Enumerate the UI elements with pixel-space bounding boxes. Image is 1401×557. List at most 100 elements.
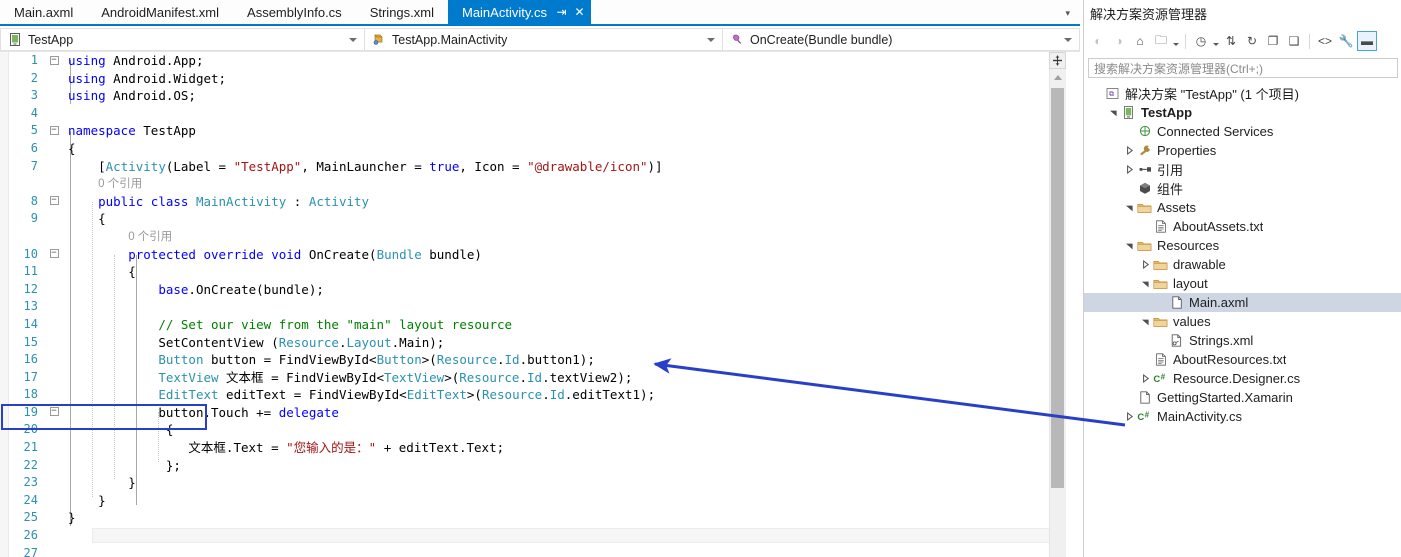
new-folder-icon[interactable]: 🗀	[1151, 31, 1171, 51]
code-line[interactable]: 18 EditText editText = FindViewById<Edit…	[0, 386, 1044, 404]
editor-tab-strip: Main.axml AndroidManifest.xml AssemblyInfo…	[0, 0, 1080, 26]
code-line[interactable]: 10− protected override void OnCreate(Bun…	[0, 246, 1044, 264]
code-line[interactable]: 12 base.OnCreate(bundle);	[0, 281, 1044, 299]
tree-item[interactable]: Main.axml	[1084, 293, 1401, 312]
home-icon[interactable]: ⌂	[1130, 31, 1150, 51]
code-line[interactable]: 2 using Android.Widget;	[0, 70, 1044, 88]
codelens-line[interactable]: 0 个引用	[0, 175, 1044, 193]
tree-item-label: Assets	[1157, 200, 1197, 215]
code-line[interactable]: 1− using Android.App;	[0, 52, 1044, 70]
code-line[interactable]: 24 }	[0, 492, 1044, 510]
tree-item[interactable]: AboutAssets.txt	[1084, 217, 1401, 236]
tree-item[interactable]: 引用	[1084, 160, 1401, 179]
pending-changes-icon[interactable]: ◷	[1191, 31, 1211, 51]
editor-horizontal-scrollbar[interactable]	[92, 528, 1054, 543]
code-line[interactable]: 19− button.Touch += delegate	[0, 404, 1044, 422]
expander-expanded-icon[interactable]	[1138, 317, 1152, 326]
solution-explorer-tree[interactable]: ⧉ 解决方案 "TestApp" (1 个项目) TestApp Connected …	[1084, 84, 1401, 557]
properties-icon[interactable]: 🔧	[1336, 31, 1356, 51]
pin-icon[interactable]: ⇥	[556, 6, 567, 18]
fold-toggle-icon[interactable]: −	[46, 404, 62, 422]
tree-item-label: TestApp	[1141, 105, 1193, 120]
code-line[interactable]: 7 [Activity(Label = "TestApp", MainLaunc…	[0, 158, 1044, 176]
tree-item[interactable]: TestApp	[1084, 103, 1401, 122]
navbar-type-dropdown[interactable]: TestApp.MainActivity	[365, 28, 723, 51]
vertical-scrollbar-thumb[interactable]	[1051, 88, 1064, 488]
tree-item[interactable]: Assets	[1084, 198, 1401, 217]
tree-item[interactable]: C # MainActivity.cs	[1084, 407, 1401, 426]
fold-toggle-icon[interactable]: −	[46, 122, 62, 140]
editor-tab-label: Main.axml	[14, 4, 74, 20]
expander-expanded-icon[interactable]	[1106, 108, 1120, 117]
expander-collapsed-icon[interactable]	[1138, 374, 1152, 383]
code-line[interactable]: 27	[0, 545, 1044, 557]
navbar-project-dropdown[interactable]: TestApp	[0, 28, 365, 51]
tree-item[interactable]: drawable	[1084, 255, 1401, 274]
tree-item[interactable]: AboutResources.txt	[1084, 350, 1401, 369]
tree-item[interactable]: 组件	[1084, 179, 1401, 198]
editor-tab-strings-xml[interactable]: Strings.xml	[356, 0, 448, 24]
chevron-down-icon	[707, 37, 715, 42]
fold-toggle-icon[interactable]: −	[46, 193, 62, 211]
tree-item[interactable]: values	[1084, 312, 1401, 331]
tree-item[interactable]: C # Resource.Designer.cs	[1084, 369, 1401, 388]
tree-item[interactable]: Strings.xml	[1084, 331, 1401, 350]
expander-expanded-icon[interactable]	[1138, 279, 1152, 288]
expander-collapsed-icon[interactable]	[1138, 260, 1152, 269]
code-line[interactable]: 4	[0, 105, 1044, 123]
editor-split-view-button[interactable]	[1049, 52, 1066, 69]
chevron-down-icon[interactable]	[1172, 31, 1180, 51]
tree-item[interactable]: Properties	[1084, 141, 1401, 160]
editor-tab-assemblyinfo-cs[interactable]: AssemblyInfo.cs	[233, 0, 356, 24]
tree-item[interactable]: GettingStarted.Xamarin	[1084, 388, 1401, 407]
expander-collapsed-icon[interactable]	[1122, 412, 1136, 421]
fold-toggle-icon[interactable]: −	[46, 246, 62, 264]
code-line[interactable]: 17 TextView 文本框 = FindViewById<TextView>…	[0, 369, 1044, 387]
view-code-icon[interactable]: <>	[1315, 31, 1335, 51]
sync-icon[interactable]: ⇅	[1221, 31, 1241, 51]
code-line[interactable]: 25}	[0, 509, 1044, 527]
tab-overflow-button[interactable]: ▾	[1059, 0, 1076, 26]
code-line[interactable]: 15 SetContentView (Resource.Layout.Main)…	[0, 334, 1044, 352]
expander-collapsed-icon[interactable]	[1122, 146, 1136, 155]
editor-tab-androidmanifest-xml[interactable]: AndroidManifest.xml	[87, 0, 233, 24]
code-line[interactable]: 8− public class MainActivity : Activity	[0, 193, 1044, 211]
chevron-down-icon[interactable]	[1212, 31, 1220, 51]
code-line[interactable]: 20 {	[0, 421, 1044, 439]
navbar-member-dropdown[interactable]: OnCreate(Bundle bundle)	[723, 28, 1080, 51]
code-line[interactable]: 5− namespace TestApp	[0, 122, 1044, 140]
code-line[interactable]: 6{	[0, 140, 1044, 158]
collapse-all-icon[interactable]: ❐	[1263, 31, 1283, 51]
tree-item[interactable]: Connected Services	[1084, 122, 1401, 141]
expander-collapsed-icon[interactable]	[1122, 165, 1136, 174]
code-line[interactable]: 23 }	[0, 474, 1044, 492]
fold-toggle-icon[interactable]: −	[46, 52, 62, 70]
close-icon[interactable]: ✕	[574, 6, 585, 18]
scroll-up-button[interactable]	[1049, 70, 1066, 85]
tree-item[interactable]: layout	[1084, 274, 1401, 293]
code-lines-container[interactable]: 1− using Android.App; 2 using Android.Widge…	[0, 52, 1044, 557]
expander-expanded-icon[interactable]	[1122, 241, 1136, 250]
code-line[interactable]: 3 using Android.OS;	[0, 87, 1044, 105]
class-icon	[371, 33, 387, 47]
editor-tab-mainactivity-cs[interactable]: MainActivity.cs ⇥ ✕	[447, 0, 591, 24]
code-line[interactable]: 9 {	[0, 210, 1044, 228]
preview-icon[interactable]: ▬	[1357, 31, 1377, 51]
editor-tab-main-axml[interactable]: Main.axml	[0, 0, 87, 24]
solution-explorer-search-input[interactable]: 搜索解决方案资源管理器(Ctrl+;)	[1088, 58, 1398, 78]
code-editor-surface[interactable]: 1− using Android.App; 2 using Android.Widge…	[0, 52, 1080, 557]
chevron-down-icon	[349, 37, 357, 42]
codelens-line[interactable]: 0 个引用	[0, 228, 1044, 246]
code-line[interactable]: 14 // Set our view from the "main" layou…	[0, 316, 1044, 334]
refresh-icon[interactable]: ↻	[1242, 31, 1262, 51]
show-all-files-icon[interactable]: ❑	[1284, 31, 1304, 51]
text-file-icon	[1152, 220, 1169, 233]
code-line[interactable]: 22 };	[0, 457, 1044, 475]
expander-expanded-icon[interactable]	[1122, 203, 1136, 212]
code-line[interactable]: 21 文本框.Text = "您输入的是：" + editText.Text;	[0, 439, 1044, 457]
code-line[interactable]: 13	[0, 298, 1044, 316]
code-line[interactable]: 11 {	[0, 263, 1044, 281]
tree-item[interactable]: ⧉ 解决方案 "TestApp" (1 个项目)	[1084, 84, 1401, 103]
tree-item[interactable]: Resources	[1084, 236, 1401, 255]
code-line[interactable]: 16 Button button = FindViewById<Button>(…	[0, 351, 1044, 369]
